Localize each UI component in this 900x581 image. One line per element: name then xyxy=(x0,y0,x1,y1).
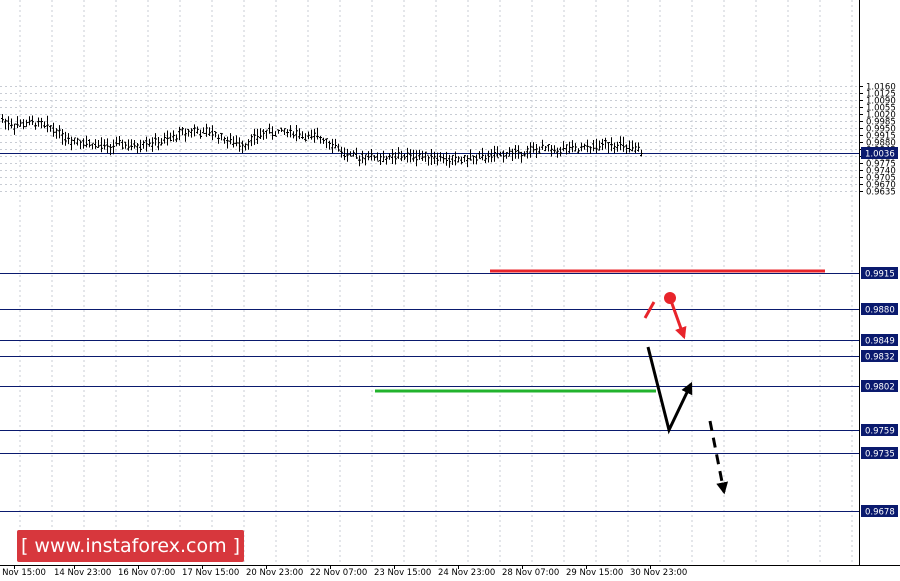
time-tick-label: 14 Nov 23:00 xyxy=(54,568,111,578)
time-tick-label: 16 Nov 07:00 xyxy=(118,568,175,578)
time-tick-label: 17 Nov 15:00 xyxy=(182,568,239,578)
level-label: 0.9759 xyxy=(865,427,895,437)
level-labels: 1.0036 0.9915 0.9880 0.9849 0.9832 0.9802 0.97… xyxy=(861,147,898,518)
watermark-logo: [ www.instaforex.com ] xyxy=(17,530,244,562)
zone-lines xyxy=(375,269,825,393)
time-tick-label: 20 Nov 23:00 xyxy=(246,568,303,578)
watermark-text: [ www.instaforex.com ] xyxy=(20,535,241,557)
time-tick-label: 8 Nov 15:00 xyxy=(0,568,46,578)
level-label: 0.9849 xyxy=(865,337,895,347)
forecast-arrow-red xyxy=(668,297,687,340)
level-label: 1.0036 xyxy=(865,150,895,160)
time-tick-label: 28 Nov 07:00 xyxy=(502,568,559,578)
horizontal-levels xyxy=(0,153,859,512)
level-label: 0.9915 xyxy=(865,270,895,280)
price-tick-label: 0.9635 xyxy=(866,188,896,198)
forecast-arrow-main xyxy=(646,346,693,435)
forecast-arrows xyxy=(643,292,729,495)
level-label: 0.9832 xyxy=(865,353,895,363)
price-chart: 1.01601.01251.00901.00551.00200.99850.99… xyxy=(0,0,900,578)
time-tick-label: 23 Nov 15:00 xyxy=(374,568,431,578)
level-label: 0.9802 xyxy=(865,383,895,393)
candles xyxy=(1,114,643,168)
level-label: 0.9678 xyxy=(865,508,895,518)
time-tick-label: 22 Nov 07:00 xyxy=(310,568,367,578)
price-axis: 1.01601.01251.00901.00551.00200.99850.99… xyxy=(0,0,900,566)
time-tick-label: 24 Nov 23:00 xyxy=(438,568,495,578)
time-tick-label: 30 Nov 23:00 xyxy=(630,568,687,578)
level-label: 0.9880 xyxy=(865,306,895,316)
chart-grid xyxy=(0,0,859,565)
forecast-arrow-dashed xyxy=(708,420,729,495)
level-label: 0.9735 xyxy=(865,450,895,460)
time-tick-label: 29 Nov 15:00 xyxy=(566,568,623,578)
time-axis: 8 Nov 15:00 14 Nov 23:00 16 Nov 07:00 17 No… xyxy=(0,565,687,578)
